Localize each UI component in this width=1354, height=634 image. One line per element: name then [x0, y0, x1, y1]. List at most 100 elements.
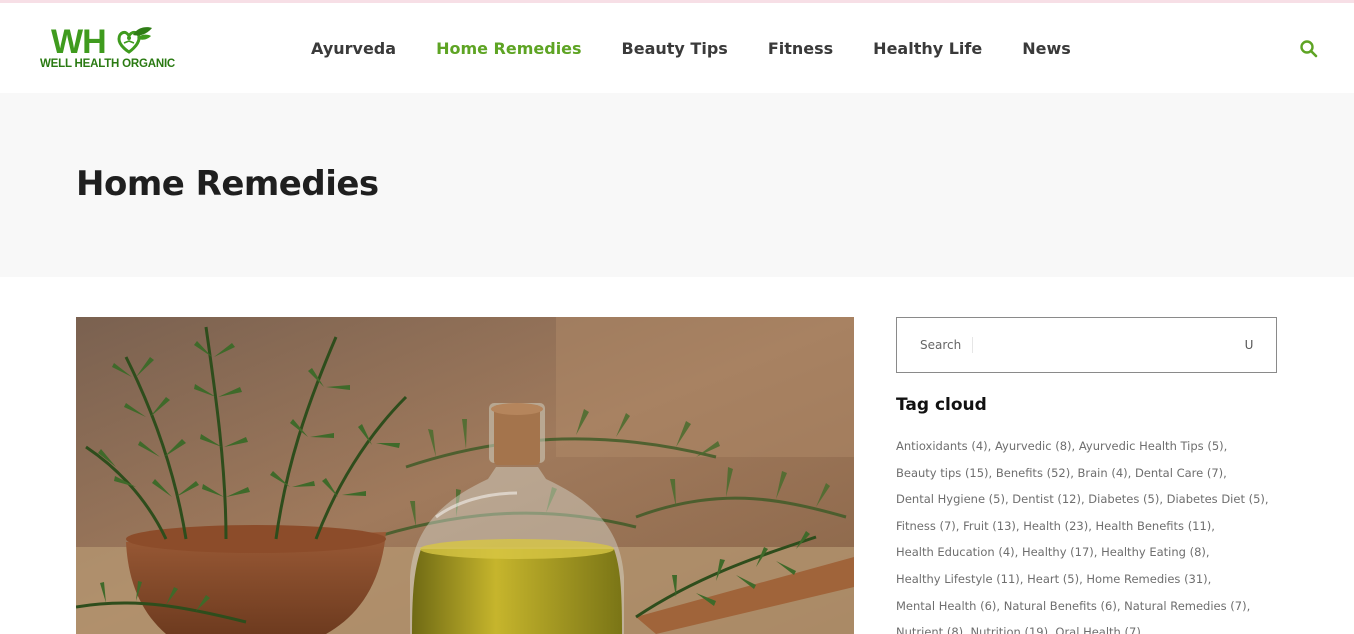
tag-name: Natural Remedies [1124, 598, 1227, 613]
post-featured-image[interactable] [76, 317, 854, 634]
tag-count: (11) [996, 571, 1020, 586]
tag-link[interactable]: Nutrient (8) [896, 625, 963, 634]
tag-count: (7) [1124, 625, 1141, 634]
tag-name: Nutrient [896, 625, 944, 634]
tag-name: Diabetes [1088, 492, 1140, 507]
tag-cloud-line: Healthy Lifestyle (11), Heart (5), Home … [896, 571, 1212, 586]
nav-item-healthy-life[interactable]: Healthy Life [873, 36, 982, 62]
tag-count: (6) [980, 598, 997, 613]
tag-name: Antioxidants [896, 439, 968, 453]
site-header: WH WELL HEALTH ORGANIC Ayurveda Home Rem… [0, 3, 1354, 93]
tag-count: (5) [988, 492, 1005, 507]
tag-link[interactable]: Mental Health (6) [896, 599, 996, 613]
tag-link[interactable]: Diabetes Diet (5) [1167, 492, 1265, 506]
tag-link[interactable]: Diabetes (5) [1088, 492, 1159, 506]
tag-link[interactable]: Health Education (4) [896, 545, 1015, 559]
tag-link[interactable]: Fruit (13) [963, 519, 1016, 533]
tag-cloud-line: Nutrient (8), Nutrition (19), Oral Healt… [896, 619, 1288, 634]
tag-name: Health Education [896, 545, 995, 560]
tag-name: Diabetes Diet [1166, 492, 1245, 507]
tag-name: Fitness [896, 518, 936, 533]
nav-item-news[interactable]: News [1022, 36, 1071, 62]
tag-link[interactable]: Natural Benefits (6) [1004, 599, 1117, 613]
tag-name: Health Benefits [1095, 518, 1185, 533]
tag-name: Ayurvedic Health Tips [1078, 439, 1204, 453]
tag-link[interactable]: Natural Remedies (7) [1124, 599, 1246, 613]
tag-name: Healthy Lifestyle [896, 571, 993, 586]
tag-link[interactable]: Antioxidants (4) [896, 439, 988, 453]
tag-cloud-line: Beauty tips (15), Benefits (52), Brain (… [896, 465, 1227, 480]
tag-link[interactable]: Nutrition (19) [970, 625, 1048, 634]
tag-link[interactable]: Healthy (17) [1022, 545, 1094, 559]
tag-name: Healthy [1021, 545, 1067, 560]
tag-name: Benefits [995, 465, 1043, 480]
tag-name: Natural Benefits [1003, 598, 1097, 613]
tag-link[interactable]: Benefits (52) [996, 466, 1070, 480]
tag-count: (7) [1230, 598, 1247, 613]
tag-count: (4) [1111, 465, 1128, 480]
tag-name: Fruit [963, 518, 989, 533]
tag-link[interactable]: Dental Care (7) [1135, 466, 1223, 480]
tag-count: (7) [939, 518, 956, 533]
tag-count: (5) [1062, 571, 1080, 586]
tag-link[interactable]: Home Remedies (31) [1086, 572, 1207, 586]
tag-link[interactable]: Ayurvedic (8) [995, 439, 1072, 453]
tag-count: (31) [1184, 571, 1208, 586]
search-icon[interactable] [1299, 39, 1319, 59]
tag-name: Health [1023, 518, 1061, 533]
tag-cloud-line: Health Education (4), Healthy (17), Heal… [896, 545, 1210, 560]
tag-name: Oral Health [1055, 625, 1121, 634]
tag-count: (52) [1046, 465, 1071, 480]
tag-count: (15) [964, 465, 989, 480]
page-title: Home Remedies [76, 164, 379, 204]
tag-cloud-title: Tag cloud [896, 395, 987, 415]
tag-link[interactable]: Health (23) [1023, 519, 1088, 533]
tag-count: (6) [1100, 598, 1117, 613]
tag-cloud-line: Dental Hygiene (5), Dentist (12), Diabet… [896, 492, 1269, 507]
heart-leaf-icon [117, 27, 152, 54]
tag-link[interactable]: Healthy Eating (8) [1101, 545, 1206, 559]
logo-subtitle: WELL HEALTH ORGANIC [40, 58, 176, 70]
tag-count: (12) [1057, 492, 1081, 507]
tag-link[interactable]: Dental Hygiene (5) [896, 492, 1005, 506]
tag-count: (7) [1206, 465, 1224, 480]
tag-link[interactable]: Beauty tips (15) [896, 466, 989, 480]
tag-link[interactable]: Fitness (7) [896, 519, 956, 533]
tag-name: Dental Care [1134, 465, 1204, 480]
tag-count: (8) [946, 625, 964, 634]
main-navigation: Ayurveda Home Remedies Beauty Tips Fitne… [311, 36, 1071, 62]
nav-item-beauty-tips[interactable]: Beauty Tips [622, 36, 728, 62]
tag-count: (8) [1055, 439, 1072, 453]
tag-name: Brain [1077, 465, 1108, 480]
nav-item-ayurveda[interactable]: Ayurveda [311, 36, 396, 62]
tag-link[interactable]: Brain (4) [1078, 466, 1128, 480]
tag-link[interactable]: Dentist (12) [1012, 492, 1081, 506]
sidebar-search-form: U [896, 317, 1277, 373]
tag-count: (13) [992, 518, 1016, 533]
tag-link[interactable]: Health Benefits (11) [1096, 519, 1212, 533]
site-logo[interactable]: WH WELL HEALTH ORGANIC [38, 17, 183, 77]
tag-count: (19) [1024, 625, 1049, 634]
tag-link[interactable]: Ayurvedic Health Tips (5) [1079, 439, 1224, 453]
tag-link[interactable]: Heart (5) [1027, 572, 1079, 586]
nav-item-home-remedies[interactable]: Home Remedies [436, 36, 581, 62]
tag-count: (4) [998, 545, 1015, 560]
tag-link[interactable]: Healthy Lifestyle (11) [896, 572, 1020, 586]
nav-item-fitness[interactable]: Fitness [768, 36, 833, 62]
tag-count: (11) [1187, 518, 1212, 533]
tag-name: Ayurvedic [994, 439, 1052, 453]
tag-name: Heart [1027, 571, 1060, 586]
tag-name: Dental Hygiene [896, 492, 986, 507]
tag-count: (4) [971, 439, 988, 453]
tag-count: (5) [1143, 492, 1160, 507]
tag-cloud-line: Antioxidants (4), Ayurvedic (8), Ayurved… [896, 439, 1228, 453]
tag-cloud-line: Fitness (7), Fruit (13), Health (23), He… [896, 518, 1215, 533]
tag-name: Dentist [1012, 492, 1054, 507]
search-submit-button[interactable]: U [1237, 334, 1261, 356]
tag-name: Nutrition [970, 625, 1021, 634]
tag-cloud-line: Mental Health (6), Natural Benefits (6),… [896, 598, 1251, 613]
logo-mark: WH [51, 23, 107, 61]
tag-link[interactable]: Oral Health (7) [1055, 625, 1140, 634]
rosemary-oil-bottle-image [76, 317, 854, 634]
search-input[interactable] [898, 319, 1228, 371]
